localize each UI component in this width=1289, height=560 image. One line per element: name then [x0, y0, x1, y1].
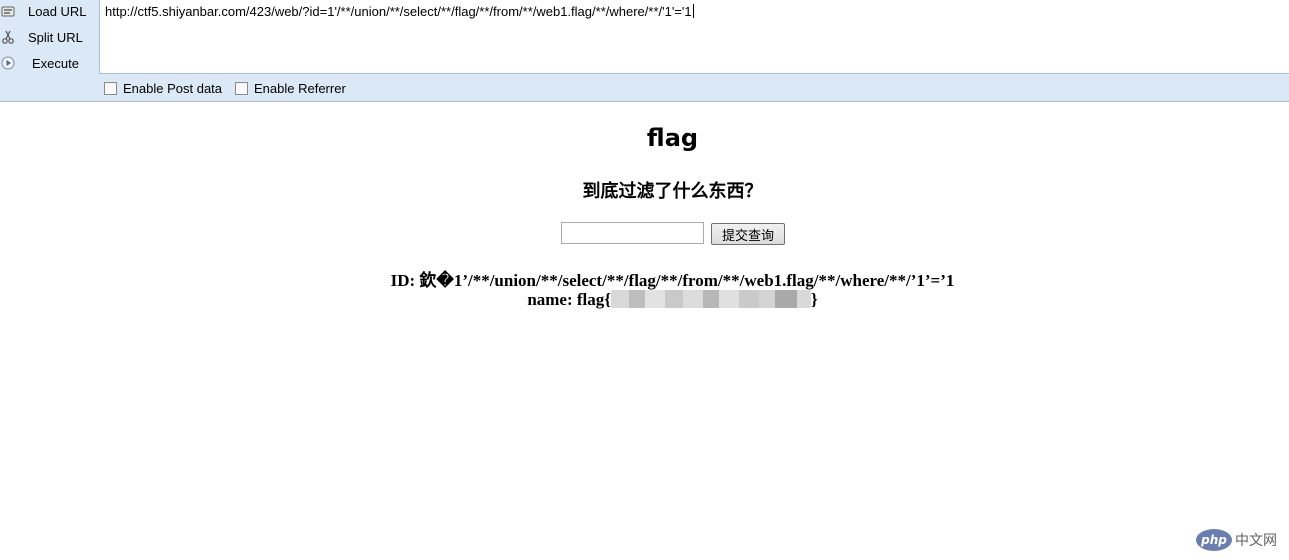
submit-query-button[interactable]: 提交查询 [711, 223, 785, 245]
enable-referrer-checkbox[interactable] [235, 82, 248, 95]
url-textarea[interactable]: http://ctf5.shiyanbar.com/423/web/?id=1'… [99, 0, 1289, 74]
enable-post-data-label: Enable Post data [123, 81, 223, 96]
enable-post-data-checkbox[interactable] [104, 82, 117, 95]
php-logo: php [1196, 529, 1232, 551]
result-id-line: ID: 欽�1’/**/union/**/select/**/flag/**/f… [390, 271, 955, 290]
enable-referrer-label: Enable Referrer [254, 81, 346, 96]
result-name-prefix: name: flag [527, 290, 605, 309]
split-url-button[interactable]: Split URL [0, 27, 100, 49]
url-text: http://ctf5.shiyanbar.com/423/web/?id=1'… [105, 4, 692, 19]
play-icon [1, 56, 15, 70]
php-cn-watermark: php 中文网 [1196, 528, 1280, 552]
load-url-label: Load URL [28, 4, 87, 19]
hackbar-toolbar: Load URL Split URL Execute http://ctf5.s… [0, 0, 1289, 102]
execute-label: Execute [32, 56, 79, 71]
hackbar-side-buttons: Load URL Split URL Execute [0, 0, 100, 74]
split-url-label: Split URL [28, 30, 83, 45]
watermark-text: 中文网 [1235, 533, 1277, 549]
page-subtitle: 到底过滤了什么东西？ [582, 181, 763, 202]
id-input[interactable] [561, 222, 704, 244]
flag-brace-close: } [810, 290, 818, 309]
pixelated-flag-mask [610, 290, 811, 308]
load-url-icon [1, 6, 15, 17]
page-title: flag [646, 124, 699, 152]
execute-button[interactable]: Execute [0, 53, 100, 75]
scissors-icon [2, 30, 14, 44]
result-name-line: name: flag{} [0, 290, 1289, 310]
flag-brace-open: { [604, 290, 611, 309]
load-url-button[interactable]: Load URL [0, 1, 100, 23]
